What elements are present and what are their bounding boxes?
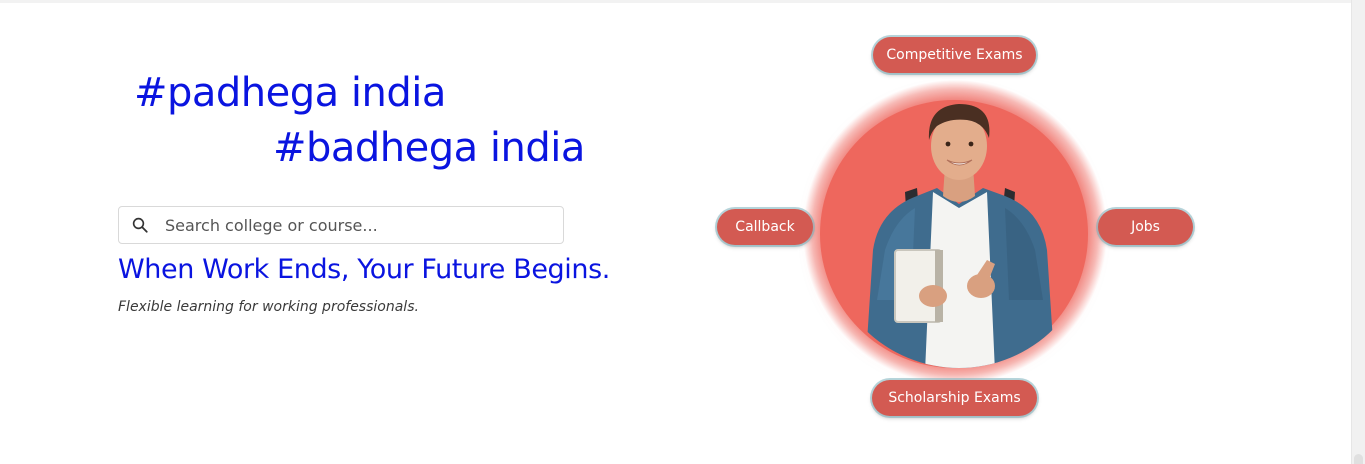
top-border (0, 0, 1352, 3)
search-icon[interactable] (131, 216, 149, 234)
tagline-badhega: #badhega india (273, 125, 585, 171)
hero-headline: When Work Ends, Your Future Begins. (118, 254, 610, 285)
student-image (865, 104, 1055, 368)
tagline-padhega: #padhega india (134, 70, 446, 116)
orbit-item-competitive-exams[interactable]: Competitive Exams (873, 37, 1036, 73)
scrollbar-thumb[interactable] (1354, 454, 1363, 464)
search-input[interactable] (165, 207, 545, 243)
orbit-item-scholarship-exams[interactable]: Scholarship Exams (872, 380, 1037, 416)
search-box[interactable] (118, 206, 564, 244)
scrollbar[interactable] (1351, 0, 1365, 464)
hero-subheadline: Flexible learning for working profession… (118, 299, 419, 315)
orbit-item-callback[interactable]: Callback (717, 209, 813, 245)
orbit-item-jobs[interactable]: Jobs (1098, 209, 1193, 245)
